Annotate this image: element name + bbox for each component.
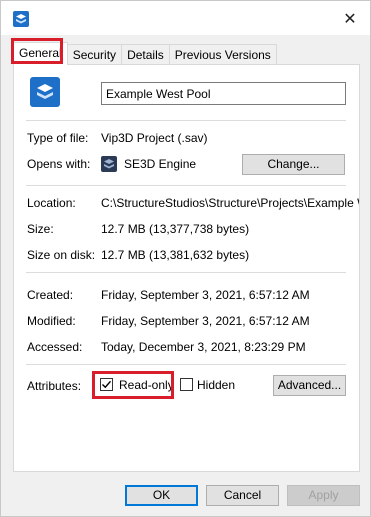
se3d-engine-icon — [101, 156, 117, 172]
accessed-value: Today, December 3, 2021, 8:23:29 PM — [101, 340, 306, 354]
type-value: Vip3D Project (.sav) — [101, 131, 208, 145]
modified-value: Friday, September 3, 2021, 6:57:12 AM — [101, 314, 310, 328]
app-icon — [13, 11, 29, 27]
accessed-label: Accessed: — [27, 340, 83, 354]
attributes-label: Attributes: — [27, 379, 82, 393]
cancel-button[interactable]: Cancel — [206, 485, 279, 506]
size-on-disk-value: 12.7 MB (13,381,632 bytes) — [101, 248, 250, 262]
size-on-disk-label: Size on disk: — [27, 248, 96, 262]
checkmark-icon — [102, 380, 112, 389]
modified-label: Modified: — [27, 314, 76, 328]
separator — [26, 364, 346, 365]
separator — [26, 185, 346, 186]
size-value: 12.7 MB (13,377,738 bytes) — [101, 222, 250, 236]
tab-general[interactable]: General — [13, 42, 68, 65]
title-bar: ✕ — [1, 1, 370, 35]
general-panel: Type of file: Vip3D Project (.sav) Opens… — [13, 64, 360, 472]
created-label: Created: — [27, 288, 74, 302]
tab-previous-versions[interactable]: Previous Versions — [168, 44, 277, 65]
properties-dialog: ✕ General Security Details Previous Vers… — [0, 0, 371, 517]
separator — [26, 272, 346, 273]
advanced-button[interactable]: Advanced... — [273, 375, 346, 396]
tab-details[interactable]: Details — [121, 44, 170, 65]
location-label: Location: — [27, 196, 76, 210]
readonly-label[interactable]: Read-only — [119, 378, 174, 392]
created-value: Friday, September 3, 2021, 6:57:12 AM — [101, 288, 310, 302]
apply-button[interactable]: Apply — [287, 485, 360, 506]
file-icon — [30, 77, 60, 107]
close-icon[interactable]: ✕ — [336, 7, 364, 31]
tab-security[interactable]: Security — [66, 44, 123, 65]
tab-strip: General Security Details Previous Versio… — [13, 42, 277, 65]
ok-button[interactable]: OK — [125, 485, 198, 506]
opens-with-label: Opens with: — [27, 157, 91, 171]
hidden-checkbox[interactable] — [180, 378, 193, 391]
hidden-label[interactable]: Hidden — [197, 378, 235, 392]
opens-with-value: SE3D Engine — [124, 157, 197, 171]
change-button[interactable]: Change... — [242, 154, 345, 175]
readonly-checkbox[interactable] — [100, 378, 113, 391]
location-value: C:\StructureStudios\Structure\Projects\E… — [101, 196, 359, 210]
separator — [26, 120, 346, 121]
size-label: Size: — [27, 222, 54, 236]
file-name-input[interactable] — [101, 82, 346, 105]
type-label: Type of file: — [27, 131, 89, 145]
